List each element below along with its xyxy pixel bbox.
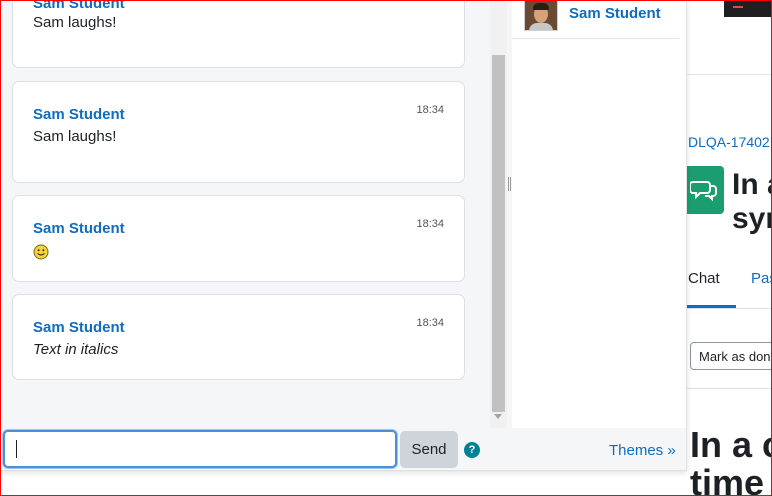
message-scrollbar[interactable] bbox=[490, 0, 507, 428]
chat-message: Sam Student 18:34 Text in italics bbox=[12, 294, 465, 380]
chat-window: Sam Student Sam laughs! Sam Student 18:3… bbox=[0, 0, 687, 471]
smiley-icon bbox=[33, 244, 49, 260]
message-text: Sam laughs! bbox=[33, 128, 117, 145]
chat-message: Sam Student 18:34 bbox=[12, 195, 465, 282]
breadcrumb-link[interactable]: DLQA-17402 bbox=[688, 134, 770, 150]
chat-message: Sam Student Sam laughs! bbox=[12, 0, 465, 68]
message-time: 18:34 bbox=[416, 218, 444, 230]
background-navbar bbox=[686, 0, 772, 17]
message-list[interactable]: Sam Student Sam laughs! Sam Student 18:3… bbox=[0, 0, 490, 428]
text-caret bbox=[16, 440, 17, 458]
splitter-grip-icon[interactable] bbox=[508, 177, 511, 191]
users-list-panel: Sam Student bbox=[512, 0, 686, 428]
help-icon[interactable]: ? bbox=[464, 442, 480, 458]
message-author[interactable]: Sam Student bbox=[33, 0, 125, 12]
message-text: Sam laughs! bbox=[33, 14, 117, 31]
message-author[interactable]: Sam Student bbox=[33, 220, 125, 237]
mark-as-done-button[interactable]: Mark as don bbox=[690, 342, 772, 370]
message-text: Text in italics bbox=[33, 341, 119, 358]
chat-message: Sam Student 18:34 Sam laughs! bbox=[12, 81, 465, 183]
activity-title-line2: syn bbox=[732, 202, 772, 235]
user-list-item[interactable]: Sam Student bbox=[512, 0, 680, 39]
message-author[interactable]: Sam Student bbox=[33, 106, 125, 123]
chat-activity-icon bbox=[686, 166, 724, 214]
scrollbar-thumb[interactable] bbox=[492, 55, 505, 412]
message-input-bar: Send ? Themes » bbox=[0, 428, 686, 470]
intro-heading-line2: time bbox=[690, 462, 765, 496]
avatar[interactable] bbox=[524, 0, 558, 31]
send-button[interactable]: Send bbox=[400, 431, 458, 468]
activity-title: In a bbox=[732, 168, 772, 201]
themes-link[interactable]: Themes » bbox=[609, 442, 676, 459]
message-author[interactable]: Sam Student bbox=[33, 319, 125, 336]
message-input[interactable] bbox=[3, 430, 397, 468]
message-time: 18:34 bbox=[416, 317, 444, 329]
tab-chat[interactable]: Chat bbox=[688, 270, 720, 287]
user-name-link[interactable]: Sam Student bbox=[569, 5, 661, 22]
scroll-down-arrow-icon[interactable] bbox=[494, 414, 502, 419]
background-course-page: DLQA-17402 In a syn Chat Pas Mark as don… bbox=[686, 0, 772, 496]
message-time: 18:34 bbox=[416, 104, 444, 116]
intro-heading: In a c bbox=[690, 424, 772, 465]
tab-past-sessions[interactable]: Pas bbox=[751, 270, 772, 287]
